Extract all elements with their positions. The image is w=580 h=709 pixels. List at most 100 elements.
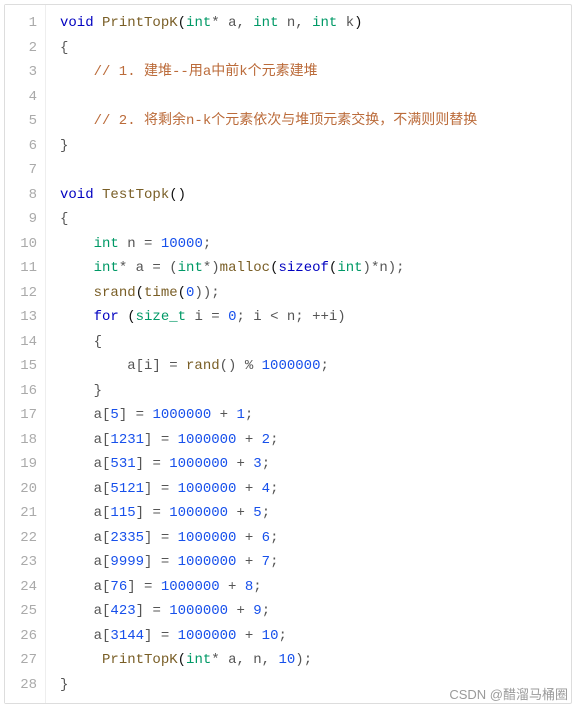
code-token: ; — [262, 505, 270, 521]
code-line: a[5121] = 1000000 + 4; — [60, 477, 561, 502]
code-token: 1000000 — [169, 505, 228, 521]
code-token: int — [186, 15, 211, 31]
code-token: () — [169, 187, 186, 203]
code-token: )*n); — [363, 260, 405, 276]
code-token: 9999 — [110, 554, 144, 570]
code-token: + — [228, 505, 253, 521]
code-token: a[ — [60, 579, 110, 595]
code-token: 1000000 — [178, 554, 237, 570]
code-token: 1000000 — [178, 530, 237, 546]
code-token: TestTopk — [102, 187, 169, 203]
code-line: } — [60, 379, 561, 404]
code-token: ] = — [144, 530, 178, 546]
code-line — [60, 158, 561, 183]
code-token: a[ — [60, 432, 110, 448]
code-token: ] = — [119, 407, 153, 423]
code-line — [60, 85, 561, 110]
line-number: 15 — [11, 354, 37, 379]
line-number-gutter: 1234567891011121314151617181920212223242… — [5, 5, 46, 703]
code-token: 1000000 — [169, 603, 228, 619]
code-token: // 2. 将剩余n-k个元素依次与堆顶元素交换，不满则则替换 — [60, 113, 477, 129]
code-token: 531 — [110, 456, 135, 472]
code-token: 1000000 — [178, 432, 237, 448]
code-line: // 1. 建堆--用a中前k个元素建堆 — [60, 60, 561, 85]
code-token: a[i] = — [60, 358, 186, 374]
code-line: void PrintTopK(int* a, int n, int k) — [60, 11, 561, 36]
code-token: ] = — [136, 456, 170, 472]
line-number: 10 — [11, 232, 37, 257]
code-token: * a, — [211, 15, 253, 31]
code-token: a[ — [60, 456, 110, 472]
code-token: int — [178, 260, 203, 276]
code-token: a[ — [60, 407, 110, 423]
code-token: 1 — [236, 407, 244, 423]
code-token: size_t — [136, 309, 186, 325]
code-token — [60, 652, 102, 668]
code-line: PrintTopK(int* a, n, 10); — [60, 648, 561, 673]
code-line: srand(time(0)); — [60, 281, 561, 306]
code-line: { — [60, 330, 561, 355]
line-number: 12 — [11, 281, 37, 306]
code-line: a[423] = 1000000 + 9; — [60, 599, 561, 624]
code-token: 423 — [110, 603, 135, 619]
code-token: + — [228, 603, 253, 619]
code-token: 10 — [262, 628, 279, 644]
line-number: 7 — [11, 158, 37, 183]
code-line: a[115] = 1000000 + 5; — [60, 501, 561, 526]
code-token: a[ — [60, 481, 110, 497]
code-token: + — [236, 554, 261, 570]
code-token: 10000 — [161, 236, 203, 252]
code-token: ; — [262, 603, 270, 619]
line-number: 11 — [11, 256, 37, 281]
code-token: 76 — [110, 579, 127, 595]
line-number: 23 — [11, 550, 37, 575]
line-number: 4 — [11, 85, 37, 110]
code-token: + — [236, 628, 261, 644]
code-token: time — [144, 285, 178, 301]
code-token: ; — [320, 358, 328, 374]
code-token: 1000000 — [178, 628, 237, 644]
line-number: 5 — [11, 109, 37, 134]
line-number: 3 — [11, 60, 37, 85]
code-line: a[9999] = 1000000 + 7; — [60, 550, 561, 575]
code-token: ( — [127, 309, 135, 325]
line-number: 9 — [11, 207, 37, 232]
code-area: void PrintTopK(int* a, int n, int k) { //… — [46, 5, 571, 703]
code-token: a[ — [60, 554, 110, 570]
code-token: ( — [178, 15, 186, 31]
line-number: 17 — [11, 403, 37, 428]
code-token: int — [186, 652, 211, 668]
code-token: ); — [295, 652, 312, 668]
code-token — [60, 309, 94, 325]
code-token: 2335 — [110, 530, 144, 546]
code-token: int — [337, 260, 362, 276]
code-token: void — [60, 187, 102, 203]
line-number: 21 — [11, 501, 37, 526]
code-token: rand — [186, 358, 220, 374]
code-token: ; — [245, 407, 253, 423]
code-token: 1000000 — [169, 456, 228, 472]
code-token: ; — [270, 481, 278, 497]
code-token: + — [220, 579, 245, 595]
code-token: 1231 — [110, 432, 144, 448]
code-token — [60, 236, 94, 252]
watermark-text: CSDN @醋溜马桶圈 — [449, 684, 568, 703]
code-token: a[ — [60, 603, 110, 619]
code-token: 2 — [262, 432, 270, 448]
code-token: ] = — [136, 603, 170, 619]
line-number: 2 — [11, 36, 37, 61]
code-token: n, — [279, 15, 313, 31]
code-token: ; i < n; ++i) — [236, 309, 345, 325]
code-token: * a, n, — [211, 652, 278, 668]
code-token: )); — [194, 285, 219, 301]
code-token: void — [60, 15, 102, 31]
code-token: ; — [262, 456, 270, 472]
code-token: 115 — [110, 505, 135, 521]
code-token: } — [60, 138, 68, 154]
code-token: } — [60, 383, 102, 399]
code-token: int — [94, 260, 119, 276]
line-number: 18 — [11, 428, 37, 453]
code-token: ; — [203, 236, 211, 252]
code-token: int — [94, 236, 119, 252]
code-token: ( — [270, 260, 278, 276]
